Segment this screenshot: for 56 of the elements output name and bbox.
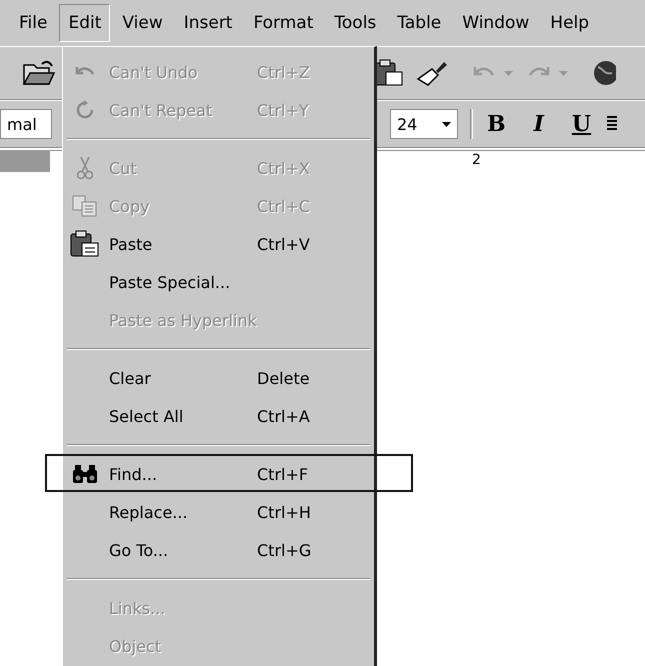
menu-item[interactable]: Paste Ctrl+V <box>63 225 374 263</box>
menu-item[interactable]: Clear Delete <box>63 359 374 397</box>
menu-item-label: Go To... <box>109 540 170 560</box>
binoculars-icon <box>72 464 98 484</box>
repeat-icon <box>75 100 95 120</box>
menu-item[interactable]: Select All Ctrl+A <box>63 397 374 435</box>
menu-item[interactable]: Paste Special... <box>63 263 374 301</box>
menu-item-label: Replace... <box>109 502 189 522</box>
shortcut-label: Ctrl+Y <box>257 100 309 120</box>
menu-title[interactable]: Insert <box>174 4 242 42</box>
style-field[interactable]: mal <box>0 109 52 139</box>
menu-item-label: Copy <box>109 196 151 216</box>
scissors-icon <box>77 156 93 180</box>
menu-item[interactable]: Find... Ctrl+F <box>63 455 374 493</box>
ruler-margin <box>0 150 50 172</box>
menu-item[interactable]: Go To... Ctrl+G <box>63 531 374 569</box>
underline-button[interactable]: U <box>564 111 600 137</box>
paintbrush-icon[interactable] <box>416 59 448 87</box>
menu-item-label: Find... <box>109 464 158 484</box>
shortcut-label: Ctrl+A <box>257 406 310 426</box>
menu-item-label: Cut <box>109 158 138 178</box>
font-size-field[interactable]: 24 <box>390 109 458 139</box>
menu-title[interactable]: Window <box>453 4 538 42</box>
dropdown-arrow-icon[interactable] <box>442 122 451 126</box>
bold-button[interactable]: B <box>479 111 514 137</box>
menu-item-label: Can't Repeat <box>109 100 214 120</box>
menu-item-label: Select All <box>109 406 184 426</box>
menu-item-label: Links... <box>109 598 166 618</box>
menu-title[interactable]: File <box>10 4 56 42</box>
shortcut-label: Ctrl+F <box>257 464 308 484</box>
menu-item-label: Object <box>109 636 162 656</box>
menu-title[interactable]: View <box>113 4 172 42</box>
menu-item[interactable]: Replace... Ctrl+H <box>63 493 374 531</box>
menu-title[interactable]: Edit <box>59 4 110 42</box>
copy-icon <box>72 195 98 217</box>
shortcut-label: Ctrl+X <box>257 158 310 178</box>
open-folder-icon[interactable] <box>22 59 56 87</box>
menu-title[interactable]: Table <box>388 4 450 42</box>
menu-item-label: Can't Undo <box>109 62 199 82</box>
shortcut-label: Ctrl+V <box>257 234 310 254</box>
shortcut-label: Ctrl+H <box>257 502 311 522</box>
menu-item-label: Paste <box>109 234 154 254</box>
italic-button[interactable]: I <box>526 111 552 137</box>
shortcut-label: Delete <box>257 368 310 388</box>
clipboard-icon <box>70 230 100 258</box>
menu-title[interactable]: Tools <box>325 4 386 42</box>
globe-icon[interactable] <box>592 59 616 87</box>
menu-title[interactable]: Help <box>541 4 598 42</box>
menu-title[interactable]: Format <box>244 4 322 42</box>
menu-item-label: Paste Special... <box>109 272 232 292</box>
shortcut-label: Ctrl+Z <box>257 62 310 82</box>
ruler-number: 2 <box>472 152 481 168</box>
menu-item-label: Clear <box>109 368 152 388</box>
shortcut-label: Ctrl+G <box>257 540 312 560</box>
shortcut-label: Ctrl+C <box>257 196 310 216</box>
menu-item-label: Paste as Hyperlink <box>109 310 257 330</box>
